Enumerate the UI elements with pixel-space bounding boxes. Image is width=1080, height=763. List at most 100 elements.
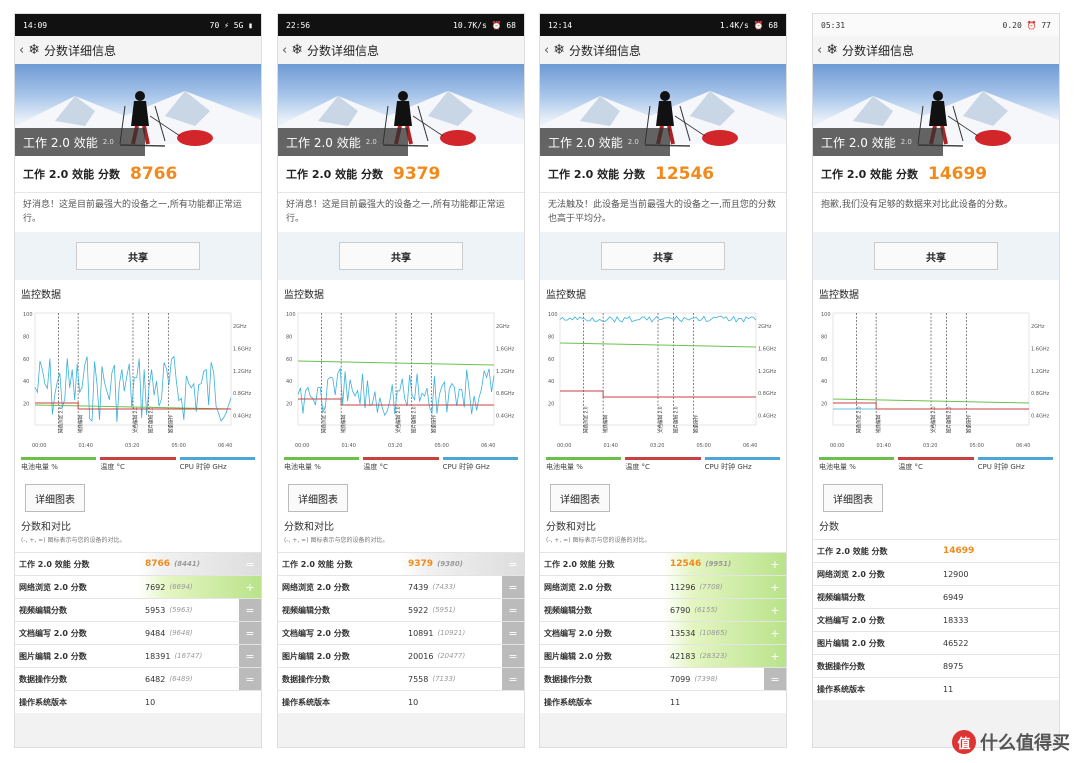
detail-chart-button[interactable]: 详细图表	[823, 484, 883, 512]
score-summary: 工作 2.0 效能 分数 12546	[540, 156, 786, 192]
equal-icon[interactable]: =	[502, 553, 524, 575]
score-name: 图片编辑 2.0 分数	[817, 638, 885, 648]
table-row: 数据操作分数 7558 (7133) =	[278, 667, 524, 690]
monitor-title: 监控数据	[284, 290, 324, 301]
share-button[interactable]: 共享	[76, 242, 200, 270]
table-row: 工作 2.0 效能 分数 14699	[813, 539, 1059, 562]
score-name: 数据操作分数	[19, 674, 67, 684]
score-compare: (6694)	[169, 583, 193, 591]
back-icon[interactable]: ‹	[282, 43, 287, 58]
monitor-chart-svg: 100 80 60 40 20 2GHz 1.6GHz 1.2GHz 0.8GHz 0.4GHz 0…	[548, 312, 777, 449]
plus-icon[interactable]: +	[764, 553, 786, 575]
detail-chart-button[interactable]: 详细图表	[288, 484, 348, 512]
y-tick: 100	[548, 312, 558, 318]
equal-icon[interactable]: =	[239, 599, 261, 621]
score-name: 工作 2.0 效能 分数	[282, 559, 353, 569]
detail-chart-button[interactable]: 详细图表	[25, 484, 85, 512]
ghz-tick: 0.8GHz	[496, 391, 515, 397]
score-name: 数据操作分数	[544, 674, 592, 684]
share-button[interactable]: 共享	[339, 242, 463, 270]
score-value: 20016 (20477)	[408, 651, 466, 661]
score-value: 7099 (7398)	[670, 674, 718, 684]
score-name: 视频编辑分数	[19, 605, 67, 615]
back-icon[interactable]: ‹	[817, 43, 822, 58]
share-button[interactable]: 共享	[601, 242, 725, 270]
chart-legend: 电池电量 % 温度 °C CPU 时钟 GHz	[284, 457, 518, 472]
ghz-tick: 1.2GHz	[1031, 369, 1050, 375]
legend-item: CPU 时钟 GHz	[179, 457, 255, 472]
app-header: ‹ ❄ 分数详细信息	[540, 36, 786, 64]
table-row: 网络浏览 2.0 分数 12900	[813, 562, 1059, 585]
plus-icon[interactable]: +	[764, 645, 786, 667]
section-title: 分数和对比	[284, 522, 334, 533]
equal-icon[interactable]: =	[502, 599, 524, 621]
score-table: 工作 2.0 效能 分数 14699 网络浏览 2.0 分数 12900 视频编…	[813, 539, 1059, 700]
ghz-tick: 1.2GHz	[758, 369, 777, 375]
equal-icon[interactable]: =	[764, 668, 786, 690]
equal-icon[interactable]: =	[239, 668, 261, 690]
share-button[interactable]: 共享	[874, 242, 998, 270]
ghz-tick: 2GHz	[1031, 324, 1045, 330]
score-table: 工作 2.0 效能 分数 9379 (9380) = 网络浏览 2.0 分数 74…	[278, 552, 524, 713]
equal-icon[interactable]: =	[239, 553, 261, 575]
plus-icon[interactable]: +	[764, 576, 786, 598]
equal-icon[interactable]: =	[239, 622, 261, 644]
compare-hint: (-, +, =) 图标表示与您的设备的对比。	[21, 537, 126, 544]
table-row: 网络浏览 2.0 分数 7692 (6694) +	[15, 575, 261, 598]
score-value: 14699	[943, 546, 975, 556]
phase-label: 文档编辑 2.0	[132, 406, 139, 433]
y-tick: 40	[548, 379, 554, 385]
x-tick: 06:40	[218, 443, 232, 449]
back-icon[interactable]: ‹	[544, 43, 549, 58]
back-icon[interactable]: ‹	[19, 43, 24, 58]
ghz-tick: 1.2GHz	[233, 369, 252, 375]
monitor-chart: 100 80 60 40 20 2GHz 1.6GHz 1.2GHz 0.8GHz 0.4GHz 0…	[819, 305, 1053, 455]
score-compare: (7133)	[432, 675, 456, 683]
score-name: 图片编辑 2.0 分数	[282, 651, 350, 661]
equal-icon[interactable]: =	[502, 645, 524, 667]
ghz-tick: 0.8GHz	[1031, 391, 1050, 397]
score-value: 18391 (16747)	[145, 651, 203, 661]
score-value: 9379 (9380)	[408, 559, 463, 569]
y-tick: 100	[23, 312, 33, 318]
score-name: 工作 2.0 效能 分数	[19, 559, 90, 569]
score-label: 工作 2.0 效能 分数	[286, 168, 383, 181]
phase-label: 网络浏览 2.0	[583, 406, 590, 433]
score-name: 操作系统版本	[544, 697, 592, 707]
hero-banner: 工作 2.0 效能 2.0	[813, 64, 1059, 156]
y-tick: 20	[286, 402, 292, 408]
x-tick: 00:00	[32, 443, 46, 449]
score-value: 5953 (5963)	[145, 605, 193, 615]
x-tick: 05:00	[697, 443, 711, 449]
y-tick: 20	[821, 402, 827, 408]
x-tick: 03:20	[923, 443, 937, 449]
y-tick: 80	[23, 334, 29, 340]
equal-icon[interactable]: =	[502, 622, 524, 644]
y-tick: 40	[821, 379, 827, 385]
ghz-tick: 2GHz	[496, 324, 510, 330]
equal-icon[interactable]: =	[239, 645, 261, 667]
plus-icon[interactable]: +	[239, 576, 261, 598]
snowflake-icon: ❄	[28, 42, 40, 58]
equal-icon[interactable]: =	[502, 576, 524, 598]
watermark-logo-icon: 值	[952, 730, 976, 754]
phase-label: 数据操作	[965, 415, 972, 433]
score-compare: (8441)	[174, 560, 200, 568]
detail-chart-button[interactable]: 详细图表	[550, 484, 610, 512]
table-row: 工作 2.0 效能 分数 8766 (8441) =	[15, 552, 261, 575]
table-row: 文档编写 2.0 分数 9484 (9648) =	[15, 621, 261, 644]
plus-icon[interactable]: +	[764, 599, 786, 621]
x-tick: 05:00	[970, 443, 984, 449]
monitor-chart: 100 80 60 40 20 2GHz 1.6GHz 1.2GHz 0.8GHz 0.4GHz 0…	[546, 305, 780, 455]
score-label: 工作 2.0 效能 分数	[821, 168, 918, 181]
table-row: 操作系统版本 11	[540, 690, 786, 713]
y-tick: 100	[821, 312, 831, 318]
score-compare: (5951)	[432, 606, 456, 614]
plus-icon[interactable]: +	[764, 622, 786, 644]
score-compare: (10921)	[437, 629, 466, 637]
phase-label: 数据操作	[430, 415, 437, 433]
monitor-title: 监控数据	[819, 290, 859, 301]
equal-icon[interactable]: =	[502, 668, 524, 690]
monitor-chart: 100 80 60 40 20 2GHz 1.6GHz 1.2GHz 0.8GHz 0.4GHz 0…	[284, 305, 518, 455]
page-title: 分数详细信息	[43, 43, 116, 58]
